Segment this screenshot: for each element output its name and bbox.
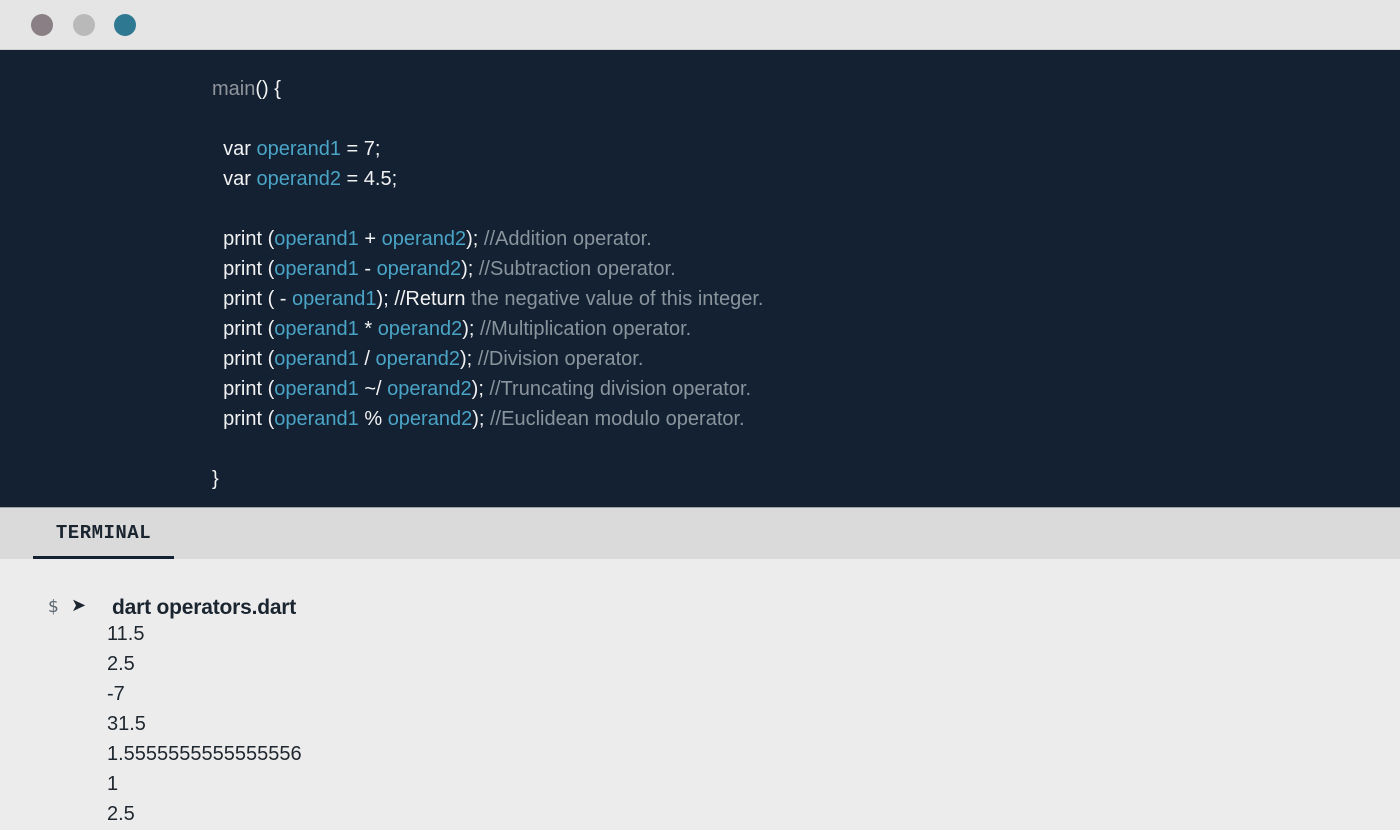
code-token-plain: } — [212, 468, 219, 490]
code-token-plain: ); — [466, 228, 484, 250]
code-token-plain: print ( — [212, 378, 275, 400]
code-line: main() { — [212, 74, 763, 104]
output-line: 2.5 — [107, 803, 135, 825]
code-token-var: operand1 — [274, 348, 359, 370]
code-line: print (operand1 % operand2); //Euclidean… — [212, 404, 763, 434]
code-token-var: operand2 — [377, 318, 463, 340]
code-token-plain: () { — [255, 78, 281, 100]
app-window: main() { var operand1 = 7; var operand2 … — [0, 0, 1400, 830]
code-token-plain: var — [212, 138, 257, 160]
terminal-panel[interactable]: $ ➤ dart operators.dart 11.5 2.5 -7 31.5 1.5… — [0, 559, 1400, 830]
code-line: var operand2 = 4.5; — [212, 164, 763, 194]
code-token-var: operand1 — [274, 408, 359, 430]
code-token-var: operand2 — [256, 168, 341, 190]
code-token-plain: print ( - — [212, 288, 293, 310]
output-line: 1 — [107, 773, 119, 795]
code-token-plain: ~/ — [358, 378, 388, 400]
code-token-comment: //Addition operator. — [483, 228, 652, 250]
code-token-main: main — [212, 78, 256, 100]
title-bar — [0, 0, 1400, 50]
output-line: 2.5 — [107, 653, 135, 675]
code-line: print (operand1 + operand2); //Addition … — [212, 224, 763, 254]
code-token-plain: = 4.5; — [340, 168, 398, 190]
code-token-var: operand1 — [274, 318, 359, 340]
code-token-plain: print ( — [212, 408, 275, 430]
code-token-plain: print ( — [212, 228, 275, 250]
code-line: print (operand1 / operand2); //Division … — [212, 344, 763, 374]
code-token-plain: ); — [461, 258, 479, 280]
code-token-plain: % — [358, 408, 388, 430]
code-token-plain: + — [358, 228, 382, 250]
code-token-var: operand1 — [256, 138, 341, 160]
code-token-var: operand2 — [375, 348, 460, 370]
code-token-comment: the negative value of this integer. — [471, 288, 764, 310]
output-line: 31.5 — [107, 713, 146, 735]
code-token-plain: print ( — [212, 318, 275, 340]
code-token-comment: //Euclidean modulo operator. — [490, 408, 745, 430]
code-token-plain: * — [358, 318, 378, 340]
code-token-var: operand2 — [387, 378, 472, 400]
tab-terminal[interactable]: TERMINAL — [33, 508, 174, 559]
maximize-window-button[interactable] — [114, 14, 136, 36]
output-line: 11.5 — [107, 623, 145, 645]
minimize-window-button[interactable] — [73, 14, 95, 36]
code-token-var: operand1 — [274, 258, 359, 280]
code-token-plain: print ( — [212, 348, 275, 370]
code-token-plain: ); — [462, 318, 480, 340]
prompt-arrow-icon: ➤ — [71, 595, 87, 616]
panel-tab-bar: TERMINAL — [0, 507, 1400, 559]
code-token-var: operand1 — [292, 288, 377, 310]
code-token-comment: //Division operator. — [477, 348, 644, 370]
code-line: print (operand1 - operand2); //Subtracti… — [212, 254, 763, 284]
code-token-var: operand2 — [381, 228, 467, 250]
output-line: 1.5555555555555556 — [107, 743, 302, 765]
code-token-var: operand2 — [387, 408, 473, 430]
code-lines: main() { var operand1 = 7; var operand2 … — [212, 74, 763, 494]
code-token-plain: - — [358, 258, 377, 280]
prompt-symbol: $ — [48, 597, 59, 617]
code-token-plain: ); — [471, 378, 490, 400]
terminal-command: dart operators.dart — [112, 596, 297, 619]
code-token-plain: ); //Return — [376, 288, 472, 310]
code-line: print (operand1 ~/ operand2); //Truncati… — [212, 374, 763, 404]
code-token-plain: = 7; — [340, 138, 381, 160]
code-token-var: operand1 — [274, 378, 359, 400]
code-line: } — [212, 464, 763, 494]
code-token-plain: var — [212, 168, 257, 190]
code-token-var: operand2 — [376, 258, 462, 280]
code-token-plain: print ( — [212, 258, 275, 280]
code-token-plain: ); — [472, 408, 490, 430]
code-token-plain: / — [358, 348, 376, 370]
code-editor[interactable]: main() { var operand1 = 7; var operand2 … — [0, 50, 1400, 507]
output-line: -7 — [107, 683, 125, 705]
close-window-button[interactable] — [31, 14, 53, 36]
terminal-output: 11.5 2.5 -7 31.5 1.5555555555555556 1 2.5 — [107, 619, 302, 829]
code-token-comment: //Subtraction operator. — [478, 258, 676, 280]
code-line: var operand1 = 7; — [212, 134, 763, 164]
code-token-comment: //Truncating division operator. — [489, 378, 752, 400]
code-token-var: operand1 — [274, 228, 359, 250]
code-token-plain: ); — [459, 348, 478, 370]
code-token-comment: //Multiplication operator. — [480, 318, 692, 340]
code-line: print (operand1 * operand2); //Multiplic… — [212, 314, 763, 344]
code-line: print ( - operand1); //Return the negati… — [212, 284, 763, 314]
